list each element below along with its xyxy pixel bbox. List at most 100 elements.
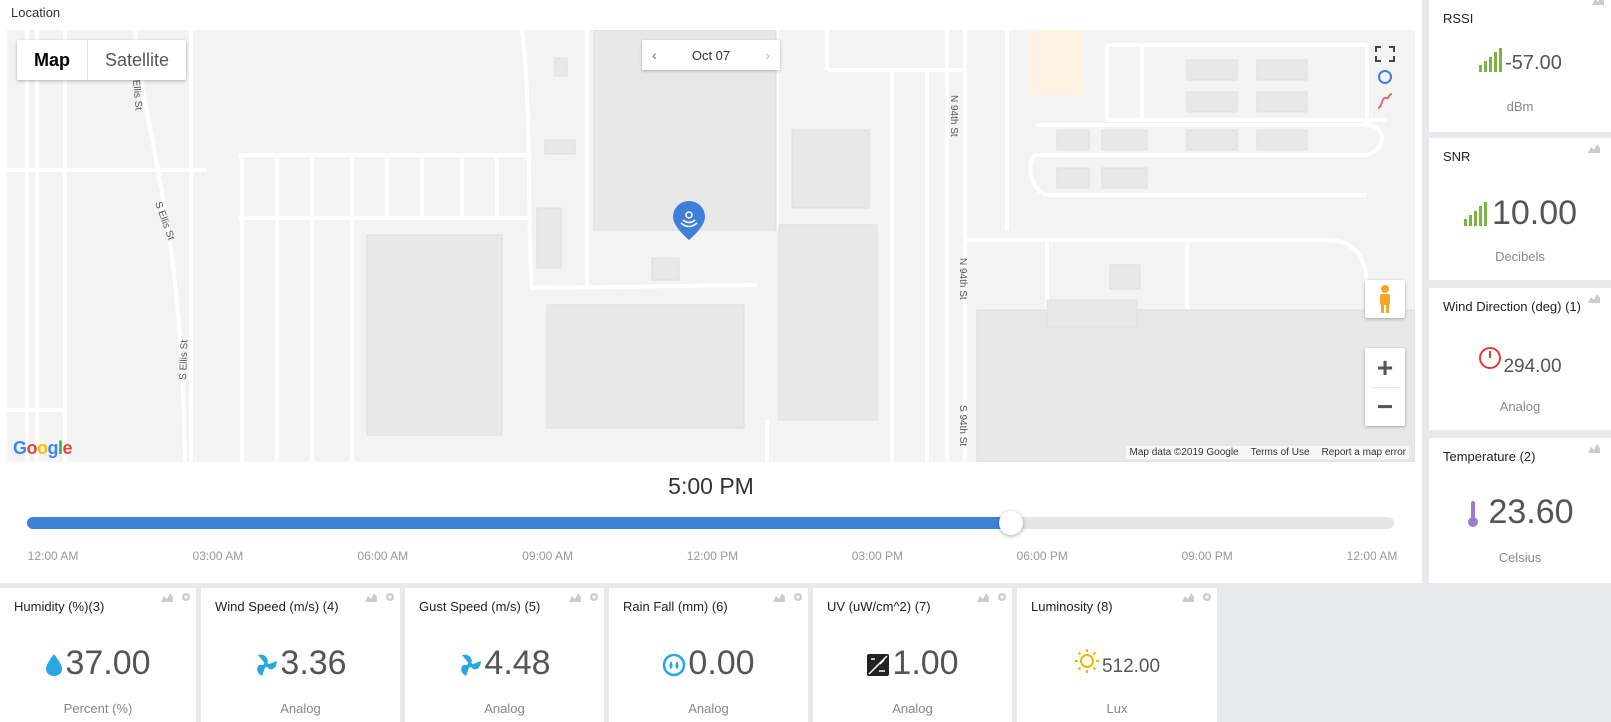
terms-link[interactable]: Terms of Use <box>1251 447 1310 458</box>
map[interactable]: Ellis St S Ellis St S Ellis St N 94th St… <box>7 30 1415 462</box>
zoom-in-button[interactable]: + <box>1377 349 1393 387</box>
card-value: 4.48 <box>484 644 551 682</box>
date-navigator: ‹ Oct 07 › <box>642 40 780 70</box>
map-type-map-button[interactable]: Map <box>17 40 87 80</box>
card-unit: Analog <box>484 701 525 716</box>
card-unit: Analog <box>1499 399 1541 414</box>
chart-icon[interactable] <box>1181 591 1195 603</box>
map-type-satellite-button[interactable]: Satellite <box>88 40 186 80</box>
card-value-row: 512.00 <box>1017 648 1217 678</box>
device-pin-icon[interactable] <box>672 200 706 242</box>
zoom-control: + − <box>1365 348 1405 426</box>
card-value: -57.00 <box>1505 52 1562 74</box>
card-title: Luminosity (8) <box>1031 599 1113 614</box>
google-logo: Google <box>13 438 73 458</box>
location-panel: Location Ellis St S Ellis St S Ellis St … <box>0 0 1422 583</box>
location-title: Location <box>11 5 61 20</box>
card-title: UV (uW/cm^2) (7) <box>827 599 931 614</box>
circle-draw-icon[interactable] <box>1376 68 1394 86</box>
card-uv: UV (uW/cm^2) (7) 1.00 Analog <box>813 588 1012 722</box>
time-ticks: 12:00 AM 03:00 AM 06:00 AM 09:00 AM 12:00 PM… <box>0 549 1422 565</box>
card-humidity: Humidity (%)(3) 37.00 Percent (%) <box>0 588 196 722</box>
uv-icon <box>867 654 890 676</box>
report-error-link[interactable]: Report a map error <box>1322 447 1406 458</box>
time-slider-handle[interactable] <box>999 511 1024 535</box>
time-tick-label: 03:00 PM <box>851 549 904 563</box>
sun-icon <box>1074 649 1099 673</box>
card-rain-fall: Rain Fall (mm) (6) 0.00 Analog <box>609 588 808 722</box>
selected-time: 5:00 PM <box>668 473 754 499</box>
gear-icon[interactable] <box>384 591 396 603</box>
zoom-out-button[interactable]: − <box>1377 388 1393 426</box>
water-drop-icon <box>46 654 63 676</box>
chart-icon[interactable] <box>1587 292 1601 304</box>
card-unit: Analog <box>688 701 729 716</box>
card-unit: Analog <box>280 701 321 716</box>
card-gust-speed: Gust Speed (m/s) (5) 4.48 Analog <box>405 588 604 722</box>
card-title: Wind Direction (deg) (1) <box>1443 299 1581 314</box>
gear-icon[interactable] <box>588 591 600 603</box>
chart-icon[interactable] <box>1591 0 1605 6</box>
chart-icon[interactable] <box>772 591 786 603</box>
card-value-row: 4.48 <box>405 644 604 683</box>
chart-icon[interactable] <box>1587 442 1601 454</box>
card-value-row: 294.00 <box>1429 346 1611 378</box>
map-tools <box>1365 40 1405 116</box>
gauge-icon <box>1479 347 1502 369</box>
street-label: S Ellis St <box>178 340 190 381</box>
card-unit: Decibels <box>1495 249 1545 264</box>
street-view-pegman-icon[interactable] <box>1365 280 1405 318</box>
card-tools <box>568 591 600 603</box>
card-rssi: RSSI -57.00 dBm <box>1429 0 1611 132</box>
card-value: 23.60 <box>1488 493 1574 531</box>
card-unit: Analog <box>892 701 933 716</box>
time-tick-label: 12:00 PM <box>686 549 739 563</box>
card-value: 1.00 <box>892 644 959 682</box>
card-tools <box>364 591 396 603</box>
street-label: S 94th St <box>957 405 968 446</box>
street-label: N 94th St <box>957 258 968 300</box>
time-tick-label: 09:00 PM <box>1181 549 1233 563</box>
chart-icon[interactable] <box>976 591 990 603</box>
chart-icon[interactable] <box>160 591 174 603</box>
card-title: Humidity (%)(3) <box>14 599 105 614</box>
card-snr: SNR 10.00 Decibels <box>1429 138 1611 280</box>
map-type-control: Map Satellite <box>17 40 187 80</box>
gear-icon[interactable] <box>180 591 192 603</box>
signal-bars-icon <box>1463 202 1487 226</box>
fullscreen-icon[interactable] <box>1375 46 1395 62</box>
date-prev-button[interactable]: ‹ <box>652 47 657 63</box>
rain-icon <box>663 653 686 677</box>
time-tick-label: 06:00 PM <box>1016 549 1068 563</box>
card-tools <box>1181 591 1213 603</box>
chart-icon[interactable] <box>364 591 378 603</box>
card-luminosity: Luminosity (8) 512.00 Lux <box>1017 588 1217 722</box>
card-unit: Lux <box>1106 701 1128 716</box>
time-tick-label: 03:00 AM <box>192 549 244 563</box>
card-value: 512.00 <box>1101 656 1161 677</box>
thermometer-icon <box>1468 501 1479 527</box>
date-next-button[interactable]: › <box>765 47 770 63</box>
gear-icon[interactable] <box>1201 591 1213 603</box>
card-tools <box>976 591 1008 603</box>
chart-icon[interactable] <box>1587 142 1601 154</box>
gear-icon[interactable] <box>996 591 1008 603</box>
card-value-row: 1.00 <box>813 644 1012 683</box>
chart-icon[interactable] <box>568 591 582 603</box>
card-value-row: 3.36 <box>201 644 400 683</box>
time-tick-label: 12:00 AM <box>27 549 79 563</box>
card-unit: Celsius <box>1498 550 1542 565</box>
fan-icon <box>257 654 278 676</box>
time-slider-fill <box>27 517 1012 529</box>
card-value-row: -57.00 <box>1429 47 1611 75</box>
map-data-text: Map data ©2019 Google <box>1129 447 1239 458</box>
time-slider[interactable] <box>27 511 1394 535</box>
gear-icon[interactable] <box>792 591 804 603</box>
card-title: SNR <box>1443 149 1471 164</box>
card-value: 0.00 <box>688 644 755 682</box>
path-draw-icon[interactable] <box>1376 92 1394 110</box>
card-unit: Percent (%) <box>63 701 133 716</box>
card-value: 10.00 <box>1491 194 1578 232</box>
card-value: 294.00 <box>1503 356 1562 377</box>
time-tick-label: 06:00 AM <box>357 549 409 563</box>
